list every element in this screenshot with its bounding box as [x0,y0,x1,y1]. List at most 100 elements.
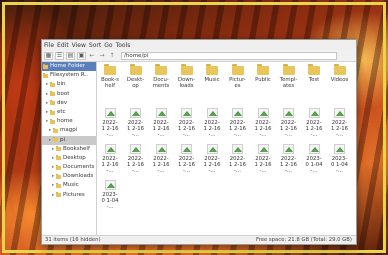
file-label: 2022-1 2-16-... [305,120,323,139]
folder-item[interactable]: Videos [331,64,349,83]
sidebar-item[interactable]: ▸ Downloads [42,172,96,181]
folder-item[interactable]: Down-loads [178,64,196,89]
folder-icon [50,81,55,87]
image-file-item[interactable]: 2022-1 2-16-... [305,108,323,139]
back-button[interactable]: ← [88,52,96,60]
sidebar-item[interactable]: ▸ magpi [42,126,96,135]
folder-icon [50,100,55,106]
sidebar-tree: Home Folder Filesystem R.. ▸ bin ▸ boot ▸ dev ▸ e… [42,62,97,236]
folder-icon [50,118,55,124]
folder-item[interactable]: Music [203,64,221,83]
image-file-icon [308,144,320,154]
sidebar-item[interactable]: ▸ Music [42,181,96,190]
up-button[interactable]: ↑ [108,52,116,60]
sidebar-item-label: Home Folder [50,63,85,69]
image-file-item[interactable]: 2022-1 2-16-... [331,108,349,139]
folder-item[interactable]: Docu-ments [152,64,170,89]
sidebar-item[interactable]: ▸ bin [42,80,96,89]
image-file-item[interactable]: 2022-1 2-16-... [127,108,145,139]
compact-icon: ▤ [67,52,74,59]
file-manager-window: File Edit View Sort Go Tools ▦ ☰ ▤ ▣ ← →… [41,39,357,245]
file-label: 2022-1 2-16-... [254,120,272,139]
image-file-item[interactable]: 2022-1 2-16-... [203,108,221,139]
image-file-item[interactable]: 2022-1 2-16-... [280,144,298,175]
file-label: 2022-1 2-16-... [177,156,196,175]
sidebar-item[interactable]: ▸ boot [42,90,96,99]
folder-item[interactable]: Book-shelf [101,64,119,90]
image-file-item[interactable]: 2022-1 2-16-... [178,108,196,139]
image-file-icon [283,144,294,154]
image-file-item[interactable]: 2023-0 1-04-... [101,180,119,211]
menu-tools[interactable]: Tools [116,42,131,49]
menu-file[interactable]: File [44,42,54,49]
back-arrow-icon: ← [89,52,95,59]
folder-icon [129,64,142,75]
sidebar-item[interactable]: ▸ pi [42,135,96,145]
list-icon: ☰ [56,52,63,59]
view-icons-button[interactable]: ▦ [44,51,53,60]
folder-item[interactable]: Test [305,64,323,83]
file-label: 2022-1 2-16-... [126,120,145,139]
sidebar-item[interactable]: ▸ Bookshelf [42,145,96,154]
image-file-item[interactable]: 2022-1 2-16-... [152,108,170,139]
sidebar-item-label: Desktop [63,154,86,161]
image-file-item[interactable]: 2023-0 1-04-... [331,144,349,175]
menu-go[interactable]: Go [104,42,112,49]
image-file-item[interactable]: 2022-1 2-16-... [280,108,298,139]
view-compact-button[interactable]: ▤ [66,51,75,60]
image-file-item[interactable]: 2022-1 2-16-... [254,144,272,175]
image-file-item[interactable]: 2022-1 2-16-... [229,108,247,139]
sidebar-item[interactable]: ▸ Documents [42,163,96,172]
image-file-icon [283,108,294,118]
image-file-icon [206,108,218,118]
folder-icon [333,64,346,75]
image-file-item[interactable]: 2022-1 2-16-... [178,144,196,175]
image-file-item[interactable]: 2022-1 2-16-... [203,144,221,175]
sidebar-item-label: boot [57,90,70,97]
folder-label: Book-shelf [101,77,119,90]
toolbar: ▦ ☰ ▤ ▣ ← → ↑ /home/pi [42,50,356,62]
folder-item[interactable]: Public [254,64,272,83]
image-file-item[interactable]: 2022-1 2-16-... [127,144,145,175]
sidebar-item-label: dev [57,99,68,106]
image-file-item[interactable]: 2022-1 2-16-... [229,144,247,175]
sidebar-item[interactable]: ▸ Pictures [42,191,96,200]
image-file-item[interactable]: 2022-1 2-16-... [101,144,119,175]
sidebar-item[interactable]: ▸ Desktop [42,154,96,163]
folder-label: Test [308,77,320,83]
sidebar-item[interactable]: ▸ home [42,117,96,126]
sidebar-item[interactable]: Home Folder [42,62,96,72]
file-label: 2022-1 2-16-... [254,156,272,175]
file-label: 2022-1 2-16-... [101,120,119,139]
forward-button[interactable]: → [98,52,106,60]
menu-view[interactable]: View [72,42,86,49]
image-file-item[interactable]: 2022-1 2-16-... [254,108,272,139]
image-file-icon [104,180,116,190]
view-thumbnail-button[interactable]: ▣ [77,51,86,60]
view-list-button[interactable]: ☰ [55,51,64,60]
file-label: 2023-0 1-04-... [101,192,119,211]
sidebar-item-label: Pictures [63,191,85,198]
image-file-item[interactable]: 2022-1 2-16-... [101,108,119,139]
up-arrow-icon: ↑ [109,52,115,59]
sidebar-item-label: home [57,118,73,125]
sidebar-item[interactable]: ▸ etc [42,108,96,117]
file-label: 2022-1 2-16-... [152,120,170,139]
image-file-icon [308,108,320,118]
image-file-icon [257,108,269,118]
folder-item[interactable]: Templ-ates [280,64,298,89]
menu-sort[interactable]: Sort [89,42,101,49]
image-file-icon [104,108,116,118]
path-input[interactable]: /home/pi [121,51,337,60]
image-file-item[interactable]: 2023-0 1-04-... [305,144,323,175]
file-label: 2022-1 2-16-... [330,120,349,139]
folder-item[interactable]: Pictur-es [229,64,247,89]
image-file-item[interactable]: 2022-1 2-16-... [152,144,170,175]
sidebar-item-label: bin [57,81,66,88]
sidebar-item[interactable]: Filesystem R.. [42,71,96,80]
sidebar-item[interactable]: ▸ dev [42,99,96,108]
image-file-icon [155,108,167,118]
folder-item[interactable]: Deskt-op [127,64,145,89]
folder-icon [282,64,295,75]
menu-edit[interactable]: Edit [57,42,69,49]
